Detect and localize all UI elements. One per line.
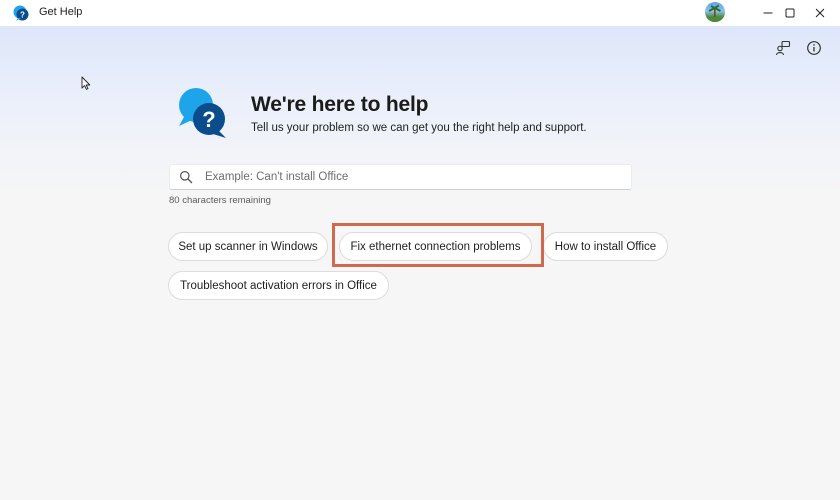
maximize-icon <box>785 8 795 18</box>
feedback-icon <box>775 40 791 56</box>
window-title: Get Help <box>39 6 83 18</box>
suggestion-chip[interactable]: How to install Office <box>543 232 668 261</box>
user-avatar[interactable] <box>705 2 725 22</box>
get-help-icon: ? <box>13 5 29 21</box>
feedback-button[interactable] <box>773 38 793 58</box>
search-icon <box>180 171 193 184</box>
info-icon <box>807 41 821 55</box>
close-icon <box>815 8 825 18</box>
page-title: We're here to help <box>251 93 429 116</box>
search-input[interactable] <box>205 166 631 188</box>
close-button[interactable] <box>800 0 840 26</box>
search-box[interactable] <box>169 164 632 190</box>
suggestion-chip[interactable]: Troubleshoot activation errors in Office <box>168 271 389 300</box>
get-help-window: ? Get Help ? We're here to help Tell us … <box>0 0 840 500</box>
suggestion-chip[interactable]: Fix ethernet connection problems <box>339 232 532 261</box>
help-chat-bubbles-icon: ? <box>179 88 226 138</box>
svg-text:?: ? <box>20 11 25 20</box>
mouse-cursor-icon <box>81 76 91 90</box>
page-subtitle: Tell us your problem so we can get you t… <box>251 122 587 134</box>
info-button[interactable] <box>804 38 824 58</box>
title-bar: ? Get Help <box>0 0 840 26</box>
svg-text:?: ? <box>202 107 215 132</box>
main-content: ? We're here to help Tell us your proble… <box>0 26 840 500</box>
suggestion-chip[interactable]: Set up scanner in Windows <box>168 232 328 261</box>
characters-remaining: 80 characters remaining <box>169 195 271 206</box>
